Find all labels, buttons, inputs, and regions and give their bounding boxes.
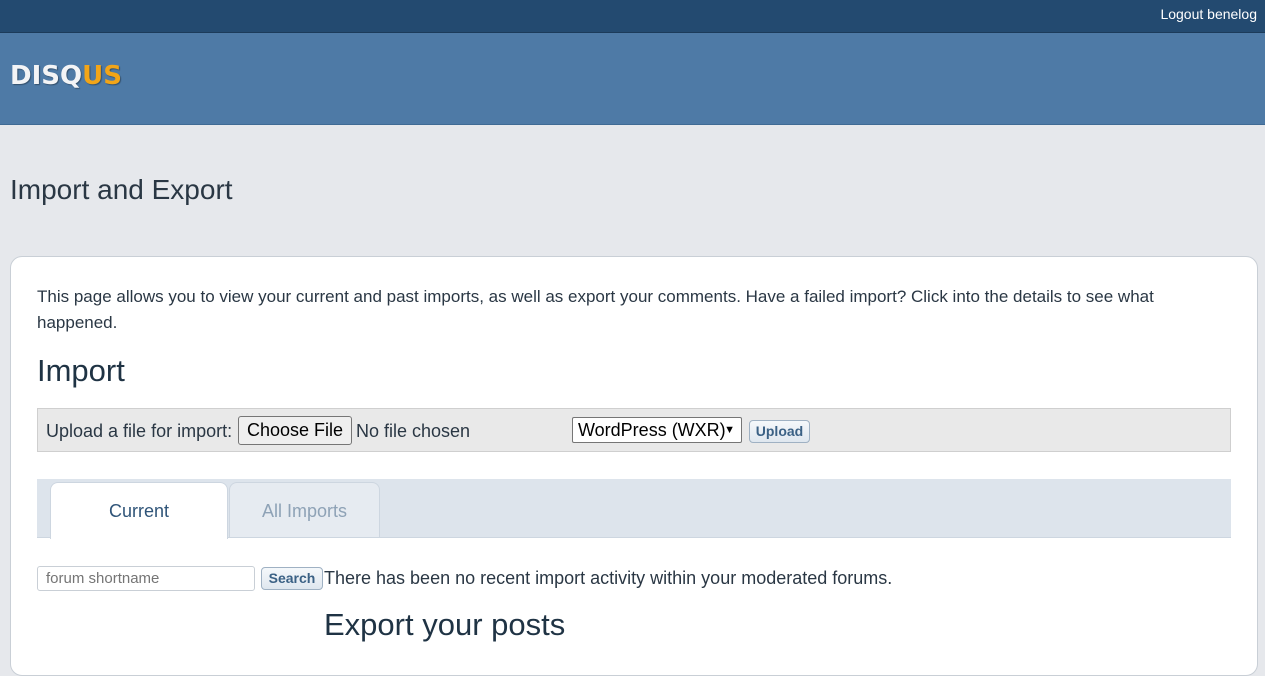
tab-current[interactable]: Current: [50, 482, 228, 539]
import-format-value: WordPress (WXR): [578, 420, 726, 440]
imports-tabs: Current All Imports: [37, 479, 1231, 539]
import-heading: Import: [37, 353, 125, 388]
choose-file-button[interactable]: Choose File: [238, 416, 352, 445]
upload-button[interactable]: Upload: [749, 420, 810, 443]
search-button[interactable]: Search: [261, 567, 323, 590]
header: DISQUS: [0, 33, 1265, 125]
logout-link[interactable]: Logout benelog: [1160, 6, 1257, 22]
logo-text-part1: DISQ: [10, 61, 83, 91]
tab-all-imports[interactable]: All Imports: [229, 482, 380, 537]
upload-label: Upload a file for import:: [46, 421, 233, 441]
disqus-logo[interactable]: DISQUS: [10, 63, 122, 89]
logo-text-part2: US: [82, 61, 122, 91]
no-file-chosen-text: No file chosen: [356, 421, 471, 441]
intro-text: This page allows you to view your curren…: [37, 287, 1154, 332]
content-card: This page allows you to view your curren…: [10, 256, 1258, 676]
top-bar: Logout benelog: [0, 0, 1265, 33]
export-heading: Export your posts: [324, 607, 566, 642]
dropdown-caret-icon: ▼: [724, 424, 735, 436]
no-activity-message: There has been no recent import activity…: [324, 568, 893, 588]
upload-bar: Upload a file for import: Choose File No…: [37, 408, 1231, 452]
page-title: Import and Export: [10, 174, 233, 205]
forum-shortname-input[interactable]: [37, 566, 255, 591]
import-format-select[interactable]: WordPress (WXR) ▼: [572, 417, 742, 443]
